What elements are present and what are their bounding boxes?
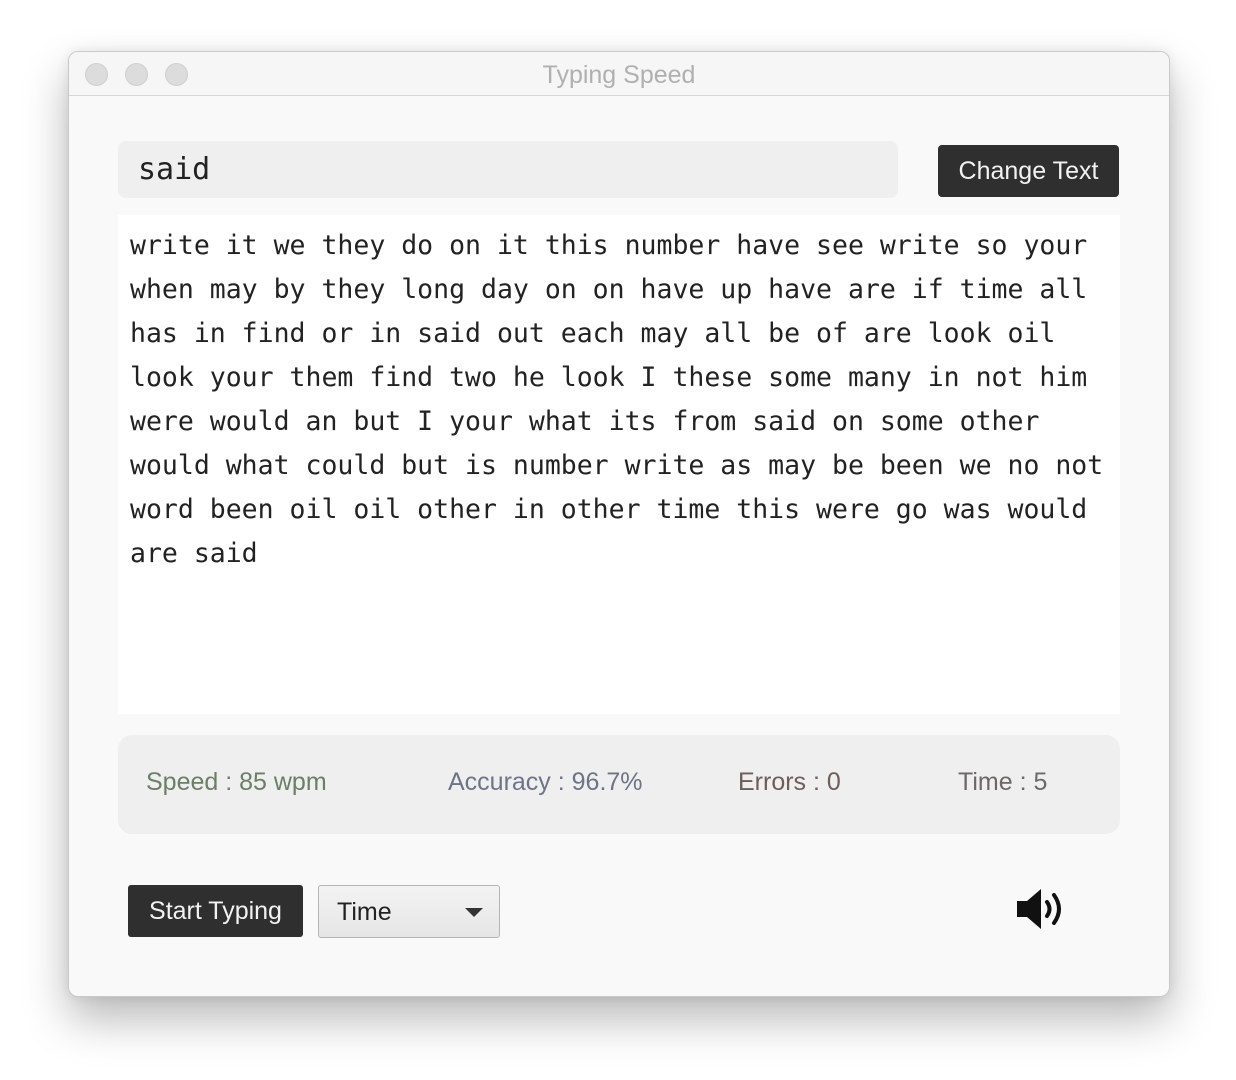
title-bar: Typing Speed bbox=[69, 52, 1169, 96]
errors-stat: Errors : 0 bbox=[738, 768, 841, 796]
window-title: Typing Speed bbox=[542, 61, 696, 89]
caret-down-icon bbox=[465, 908, 483, 917]
change-text-button[interactable]: Change Text bbox=[938, 145, 1119, 197]
passage-text: write it we they do on it this number ha… bbox=[118, 215, 1120, 714]
speaker-volume-icon[interactable] bbox=[1015, 886, 1071, 932]
start-typing-button[interactable]: Start Typing bbox=[128, 885, 303, 937]
mode-select[interactable]: Time bbox=[318, 885, 500, 938]
time-stat: Time : 5 bbox=[958, 768, 1048, 796]
app-window: Typing Speed Change Text write it we the… bbox=[68, 51, 1170, 997]
speed-stat: Speed : 85 wpm bbox=[146, 768, 327, 796]
mode-select-value: Time bbox=[337, 898, 392, 926]
current-word-input[interactable] bbox=[118, 141, 898, 198]
stats-panel: Speed : 85 wpm Accuracy : 96.7% Errors :… bbox=[118, 735, 1120, 834]
accuracy-stat: Accuracy : 96.7% bbox=[448, 768, 643, 796]
